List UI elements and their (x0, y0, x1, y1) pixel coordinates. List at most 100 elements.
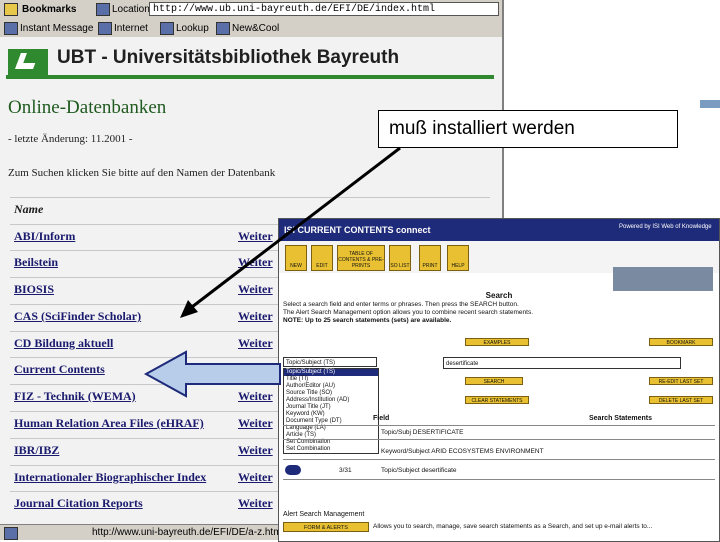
isi-new-label: NEW (290, 263, 302, 269)
isi-current-contents-window: ISI CURRENT CONTENTS connect Powered by … (278, 218, 720, 542)
database-link[interactable]: Human Relation Area Files (eHRAF) (14, 416, 204, 431)
search-note-text: Zum Suchen klicken Sie bitte auf den Nam… (8, 167, 276, 179)
isi-field-dropdown[interactable]: Topic/Subject (TS) Title (TI) Author/Edi… (283, 368, 379, 454)
divider (283, 439, 715, 440)
dropdown-option[interactable]: Set Combination (284, 446, 378, 453)
database-link[interactable]: Current Contents (14, 362, 105, 377)
isi-new-button[interactable]: NEW (285, 245, 307, 271)
isi-delete-last-set-button[interactable]: DELETE LAST SET (649, 396, 713, 404)
isi-header-photos (613, 267, 713, 291)
ubt-logo (8, 49, 48, 75)
last-change-text: - letzte Änderung: 11.2001 - (8, 133, 133, 145)
more-link[interactable]: Weiter (238, 255, 273, 270)
database-link[interactable]: Internationaler Biographischer Index (14, 470, 206, 485)
isi-toc-label: TABLE OF CONTENTS & PRE-PRINTS (338, 251, 384, 269)
column-header-name: Name (14, 202, 44, 216)
slide-accent-stripe (700, 100, 720, 108)
more-link[interactable]: Weiter (238, 389, 273, 404)
bookmarks-button[interactable]: Bookmarks (22, 3, 76, 16)
dropdown-option[interactable]: Title (TI) (284, 376, 378, 383)
isi-alert-description: Allows you to search, manage, save searc… (373, 523, 653, 530)
isi-field-select[interactable]: Topic/Subject (TS) (283, 357, 377, 367)
isi-bookmark-button[interactable]: BOOKMARK (649, 338, 713, 346)
isi-statement-row[interactable]: Topic/Subj DESERTIFICATE (381, 429, 463, 436)
more-link[interactable]: Weiter (238, 229, 273, 244)
database-link[interactable]: FIZ - Technik (WEMA) (14, 389, 136, 404)
isi-statements-column-header: Search Statements (589, 415, 653, 422)
database-link[interactable]: CD Bildung aktuell (14, 336, 113, 351)
browser-location-toolbar: Bookmarks Location: http://www.ub.uni-ba… (0, 0, 502, 20)
page-title: Online-Datenbanken (8, 97, 167, 118)
database-link[interactable]: IBR/IBZ (14, 443, 59, 458)
more-link[interactable]: Weiter (238, 416, 273, 431)
dropdown-option[interactable]: Document Type (DT) (284, 418, 378, 425)
divider (283, 479, 715, 480)
isi-title: ISI CURRENT CONTENTS connect (284, 225, 431, 235)
isi-examples-button[interactable]: EXAMPLES (465, 338, 529, 346)
more-link[interactable]: Weiter (238, 443, 273, 458)
isi-search-button[interactable]: SEARCH (465, 377, 523, 385)
isi-edit-button[interactable]: EDIT (311, 245, 333, 271)
more-link[interactable]: Weiter (238, 470, 273, 485)
isi-solist-button[interactable]: SO LIST (389, 245, 411, 271)
url-input[interactable]: http://www.ub.uni-bayreuth.de/EFI/DE/ind… (149, 2, 499, 16)
lookup-icon (160, 22, 174, 35)
isi-search-heading: Search (485, 291, 513, 300)
dropdown-option[interactable]: Source Title (SO) (284, 390, 378, 397)
dropdown-option[interactable]: Set Combination (284, 439, 378, 446)
lookup-button[interactable]: Lookup (176, 22, 209, 35)
more-link[interactable]: Weiter (238, 309, 273, 324)
isi-reedit-last-set-button[interactable]: RE-EDIT LAST SET (649, 377, 713, 385)
dropdown-option[interactable]: Author/Editor (AU) (284, 383, 378, 390)
isi-statement-row[interactable]: Keyword/Subject ARID ECOSYSTEMS ENVIRONM… (381, 448, 544, 455)
isi-navbar: NEW EDIT TABLE OF CONTENTS & PRE-PRINTS … (279, 241, 719, 291)
location-icon (96, 3, 110, 16)
more-link[interactable]: Weiter (238, 336, 273, 351)
more-link[interactable]: Weiter (238, 282, 273, 297)
isi-statement-row[interactable]: Topic/Subject desertificate (381, 467, 457, 474)
isi-header: ISI CURRENT CONTENTS connect Powered by … (279, 219, 719, 241)
isi-field-column-header: Field (373, 415, 390, 422)
dropdown-option[interactable]: Article (TS) (284, 432, 378, 439)
isi-edit-label: EDIT (316, 263, 328, 269)
database-link[interactable]: Beilstein (14, 255, 58, 270)
isi-form-alerts-button[interactable]: FORM & ALERTS (283, 522, 369, 532)
isi-instructions: Select a search field and enter terms or… (283, 301, 713, 325)
dropdown-option[interactable]: Topic/Subject (TS) (284, 369, 378, 376)
new-cool-icon (216, 22, 230, 35)
internet-button[interactable]: Internet (114, 22, 148, 35)
isi-print-button[interactable]: PRINT (419, 245, 441, 271)
isi-instruction-line: NOTE: Up to 25 search statements (sets) … (283, 317, 452, 324)
isi-solist-label: SO LIST (390, 263, 410, 269)
database-link[interactable]: Journal Citation Reports (14, 496, 143, 511)
isi-alert-label: Alert Search Management (283, 511, 365, 518)
more-link[interactable]: Weiter (238, 496, 273, 511)
bookmarks-icon[interactable] (4, 3, 18, 16)
isi-print-label: PRINT (422, 263, 438, 269)
isi-set-number: 3/31 (339, 467, 352, 474)
dropdown-option[interactable]: Language (LA) (284, 425, 378, 432)
security-lock-icon (4, 527, 18, 540)
isi-wok-badge: Powered by ISI Web of Knowledge (619, 224, 712, 230)
isi-help-button[interactable]: HELP (447, 245, 469, 271)
database-link[interactable]: ABI/Inform (14, 229, 75, 244)
eye-icon[interactable] (285, 465, 301, 475)
new-cool-button[interactable]: New&Cool (232, 22, 279, 35)
instant-message-button[interactable]: Instant Message (20, 22, 93, 35)
isi-toc-button[interactable]: TABLE OF CONTENTS & PRE-PRINTS (337, 245, 385, 271)
dropdown-option[interactable]: Address/Institution (AD) (284, 397, 378, 404)
title-divider (6, 75, 494, 79)
database-link[interactable]: BIOSIS (14, 282, 54, 297)
dropdown-option[interactable]: Journal Title (JT) (284, 404, 378, 411)
isi-search-input[interactable]: desertificate (443, 357, 681, 369)
isi-help-label: HELP (451, 263, 465, 269)
isi-instruction-line: The Alert Search Management option allow… (283, 309, 534, 316)
internet-icon (98, 22, 112, 35)
isi-clear-statements-button[interactable]: CLEAR STATEMENTS (465, 396, 529, 404)
dropdown-option[interactable]: Keyword (KW) (284, 411, 378, 418)
database-link[interactable]: CAS (SciFinder Scholar) (14, 309, 141, 324)
location-label: Location: (112, 4, 153, 15)
isi-instruction-line: Select a search field and enter terms or… (283, 301, 519, 308)
browser-personal-toolbar: Instant Message Internet Lookup New&Cool (0, 19, 502, 38)
status-url: http://www.uni-bayreuth.de/EFI/DE/a-z.ht… (92, 527, 284, 538)
